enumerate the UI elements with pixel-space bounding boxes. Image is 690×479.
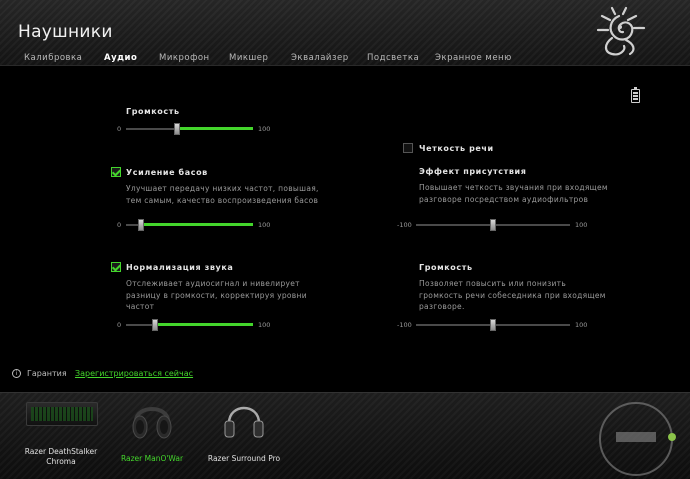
tab-mixer[interactable]: Микшер xyxy=(227,50,270,66)
device-deathstalker[interactable]: Razer DeathStalker Chroma xyxy=(10,393,112,479)
bass-boost-label: Усиление басов xyxy=(126,168,208,177)
sound-normalization-description: Отслеживает аудиосигнал и нивелирует раз… xyxy=(126,279,307,311)
presence-effect-label: Эффект присутствия xyxy=(419,167,527,176)
device-surround-pro[interactable]: Razer Surround Pro xyxy=(200,393,288,479)
bass-boost-max: 100 xyxy=(258,221,271,229)
device-bar: Razer DeathStalker Chroma Razer ManO'War… xyxy=(0,392,690,479)
voice-volume-label: Громкость xyxy=(419,263,473,272)
3dnews-watermark-logo xyxy=(599,402,676,476)
tab-equalizer[interactable]: Эквалайзер xyxy=(289,50,351,66)
register-now-link[interactable]: Зарегистрироваться сейчас xyxy=(75,369,193,378)
sound-normalization-slider[interactable] xyxy=(126,319,253,331)
bass-boost-min: 0 xyxy=(117,221,122,229)
app-title: Наушники xyxy=(18,22,113,42)
voice-volume-min: -100 xyxy=(397,321,412,329)
main-panel xyxy=(0,67,690,392)
bass-boost-slider[interactable] xyxy=(126,219,253,231)
headset-icon xyxy=(132,407,172,439)
voice-volume-description: Позволяет повысить или понизить громкост… xyxy=(419,279,606,311)
presence-effect-description: Повышает четкость звучания при входящем … xyxy=(419,183,608,204)
presence-effect-slider-thumb[interactable] xyxy=(490,219,496,231)
warranty-label: Гарантия xyxy=(27,369,67,378)
voice-volume-max: 100 xyxy=(575,321,588,329)
tab-microphone[interactable]: Микрофон xyxy=(157,50,212,66)
volume-slider[interactable] xyxy=(126,123,253,135)
voice-volume-slider[interactable] xyxy=(416,319,570,331)
device-surround-pro-name: Razer Surround Pro xyxy=(207,454,281,463)
bass-boost-description: Улучшает передачу низких частот, повышая… xyxy=(126,184,319,205)
tab-calibration[interactable]: Калибровка xyxy=(22,50,84,66)
voice-clarity-label: Четкость речи xyxy=(419,144,494,153)
tab-bar: Калибровка Аудио Микрофон Микшер Эквалай… xyxy=(0,50,690,69)
sound-normalization-max: 100 xyxy=(258,321,271,329)
sound-normalization-label: Нормализация звука xyxy=(126,263,234,272)
tab-lighting[interactable]: Подсветка xyxy=(365,50,421,66)
presence-effect-slider[interactable] xyxy=(416,219,570,231)
bass-boost-slider-thumb[interactable] xyxy=(138,219,145,231)
sound-normalization-min: 0 xyxy=(117,321,122,329)
device-manowar-name: Razer ManO'War xyxy=(120,454,184,463)
volume-min: 0 xyxy=(117,125,122,133)
volume-max: 100 xyxy=(258,125,271,133)
presence-effect-min: -100 xyxy=(397,221,412,229)
battery-icon xyxy=(631,87,640,103)
tab-audio[interactable]: Аудио xyxy=(102,50,139,69)
device-deathstalker-name: Razer DeathStalker Chroma xyxy=(24,447,98,466)
sound-normalization-slider-thumb[interactable] xyxy=(152,319,159,331)
presence-effect-max: 100 xyxy=(575,221,588,229)
info-icon: i xyxy=(12,369,21,378)
keyboard-icon xyxy=(26,402,98,426)
voice-volume-slider-thumb[interactable] xyxy=(490,319,496,331)
volume-label: Громкость xyxy=(126,107,180,116)
headphones-icon xyxy=(224,406,264,438)
voice-clarity-checkbox[interactable] xyxy=(403,143,413,153)
device-manowar[interactable]: Razer ManO'War xyxy=(112,393,192,479)
sound-normalization-checkbox[interactable] xyxy=(111,262,121,272)
volume-slider-thumb[interactable] xyxy=(173,123,180,135)
tab-osd[interactable]: Экранное меню xyxy=(433,50,514,66)
bass-boost-checkbox[interactable] xyxy=(111,167,121,177)
app-header: Наушники Калибровка Аудио Микрофон Микше… xyxy=(0,0,690,69)
